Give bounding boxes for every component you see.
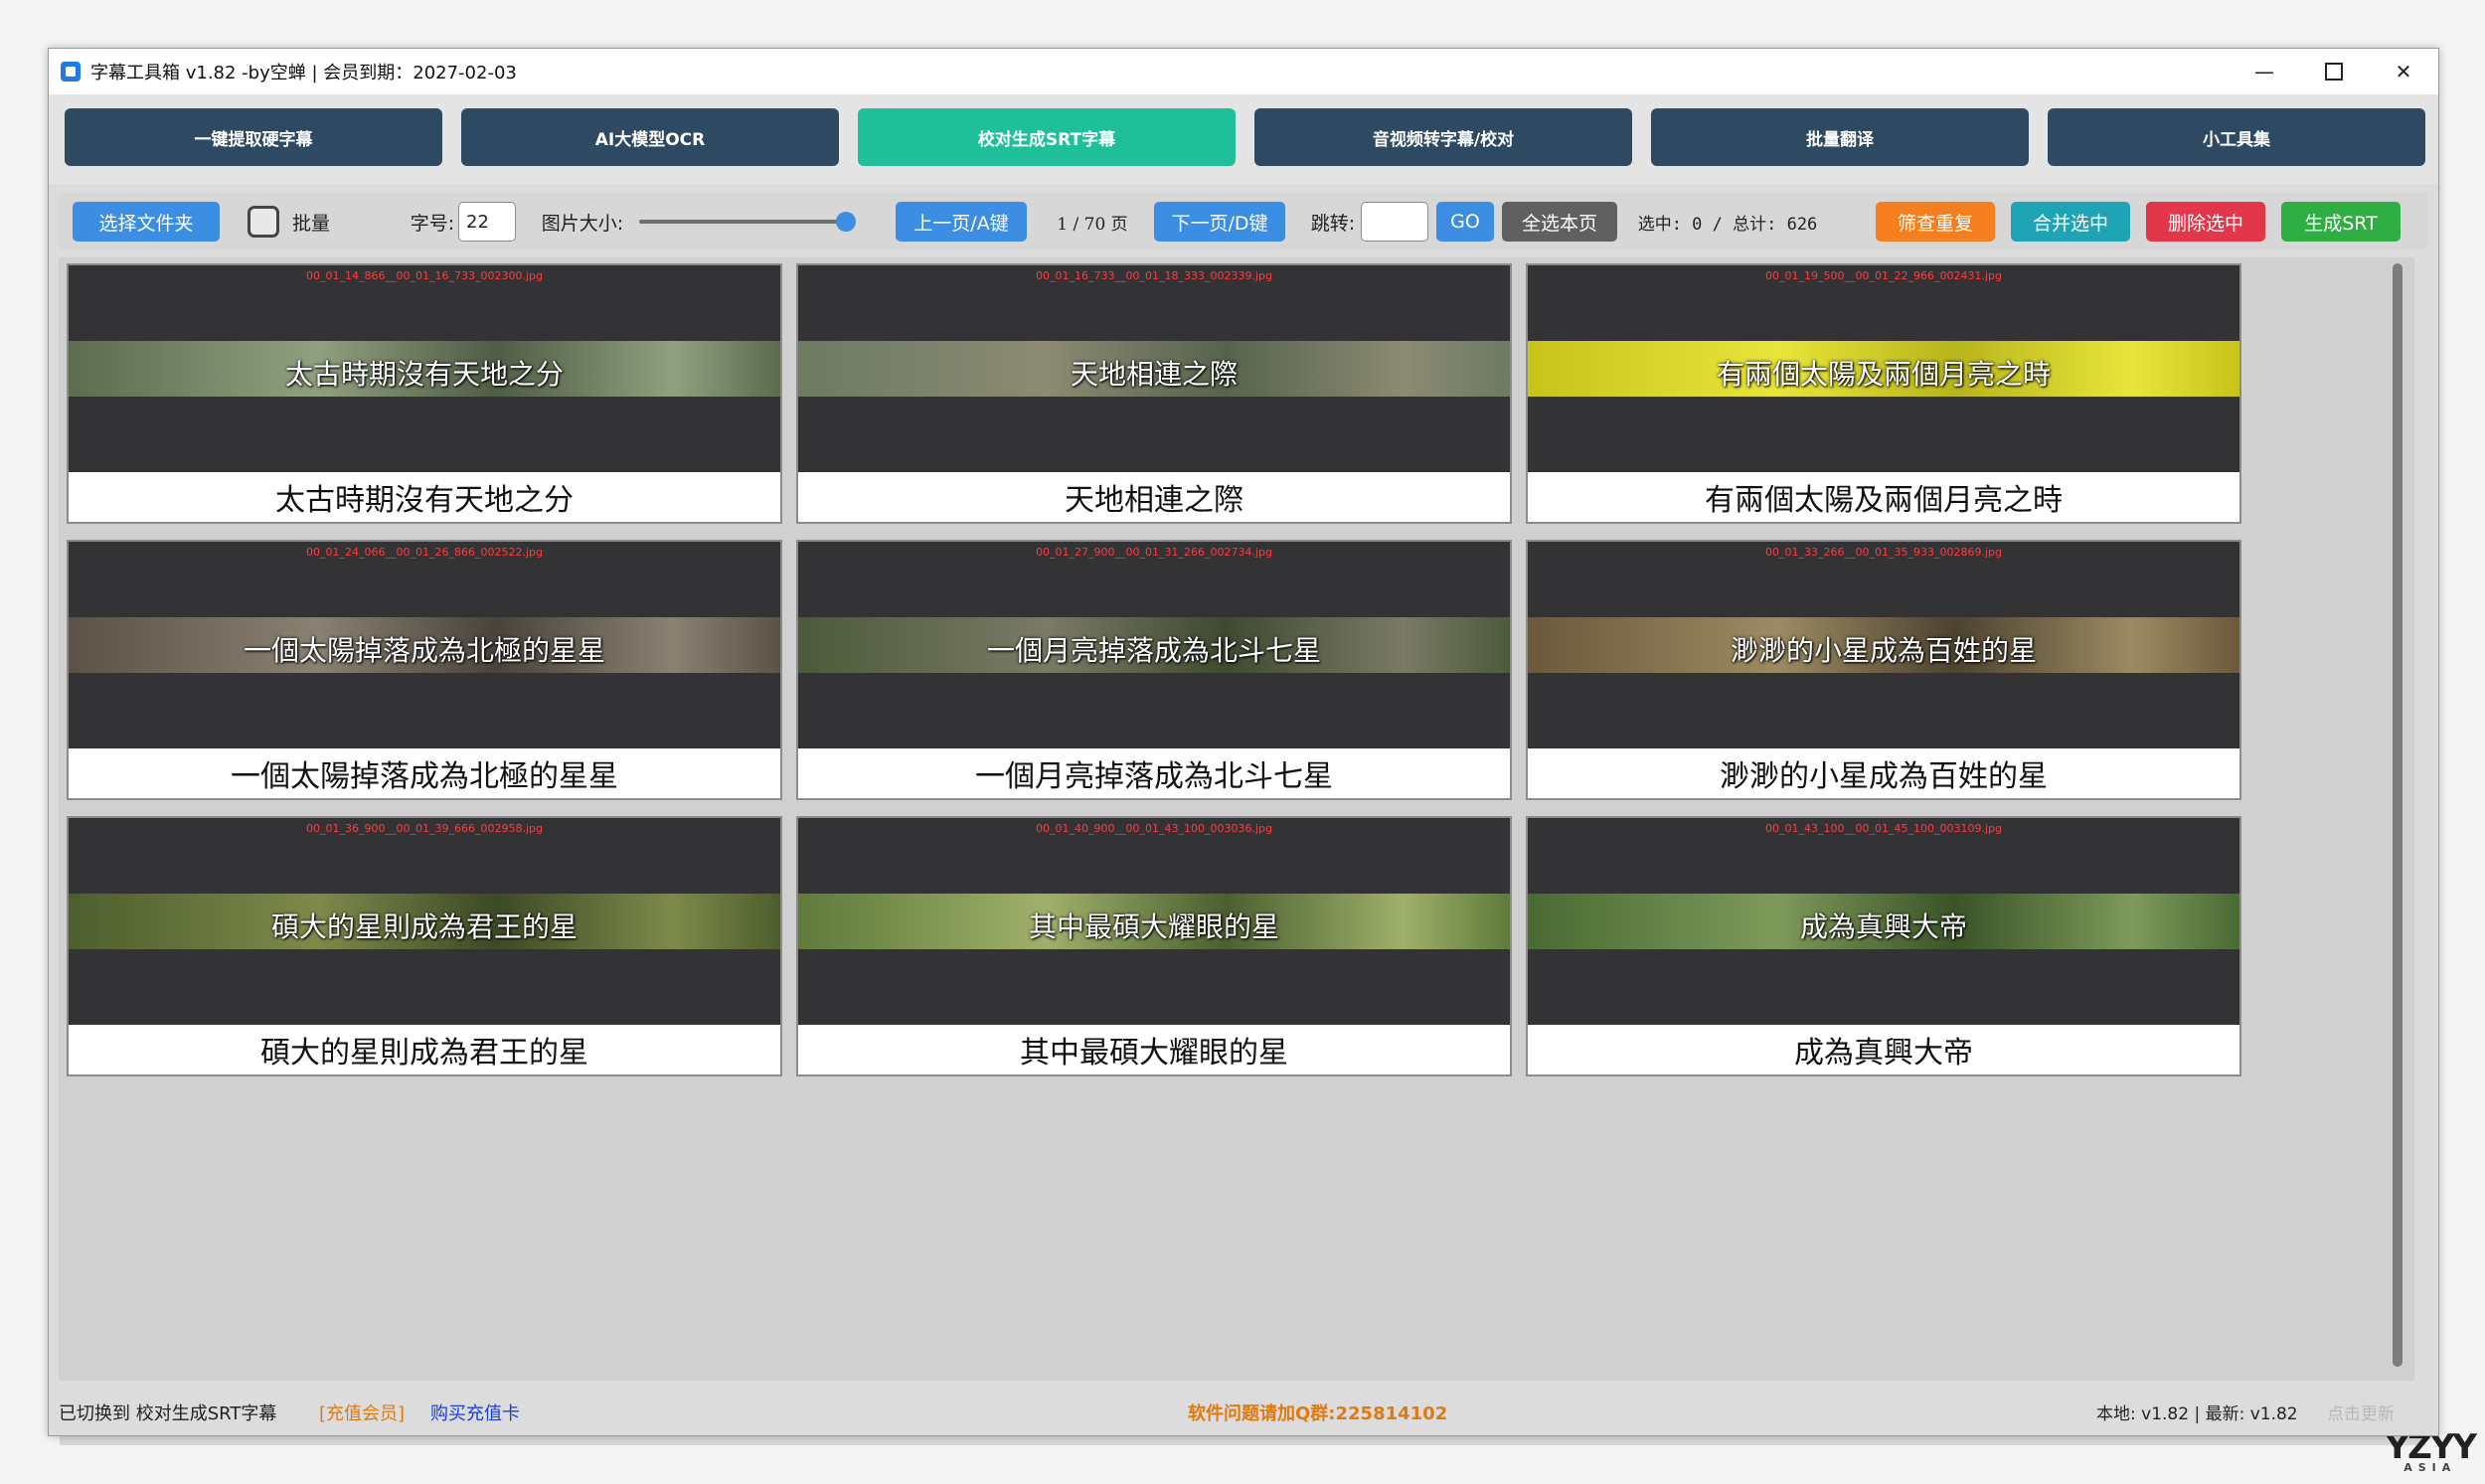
go-button[interactable]: GO [1436, 202, 1494, 242]
nav-batch-translate[interactable]: 批量翻译 [1651, 108, 2029, 166]
next-page-button[interactable]: 下一页/D键 [1154, 202, 1285, 242]
find-duplicates-button[interactable]: 筛查重复 [1876, 202, 1995, 242]
subtitle-text-field[interactable]: 太古時期沒有天地之分 [69, 472, 780, 522]
toolbar: 选择文件夹 批量 字号: 22 图片大小: 上一页/A键 1 / 70 页 下一… [59, 192, 2428, 249]
nav-ai-ocr[interactable]: AI大模型OCR [461, 108, 839, 166]
frame-filename: 00_01_16_733__00_01_18_333_002339.jpg [1036, 269, 1272, 282]
subtitle-card[interactable]: 00_01_27_900__00_01_31_266_002734.jpg 一個月… [796, 540, 1512, 800]
maximize-button[interactable] [2299, 49, 2369, 94]
window-title: 字幕工具箱 v1.82 -by空蝉 | 会员到期：2027-02-03 [90, 63, 517, 83]
nav-proofread-srt[interactable]: 校对生成SRT字幕 [858, 108, 1236, 166]
frame-thumbnail: 00_01_33_266__00_01_35_933_002869.jpg 渺渺的… [1528, 542, 2239, 748]
frame-thumbnail: 00_01_24_066__00_01_26_866_002522.jpg 一個太… [69, 542, 780, 748]
version-info: 本地: v1.82 | 最新: v1.82 [2096, 1404, 2298, 1424]
buy-card-link[interactable]: 购买充值卡 [430, 1400, 520, 1425]
burned-subtitle-text: 一個太陽掉落成為北極的星星 [243, 634, 605, 667]
burned-subtitle-text: 太古時期沒有天地之分 [284, 358, 564, 391]
frame-filename: 00_01_40_900__00_01_43_100_003036.jpg [1036, 822, 1272, 835]
nav-tools[interactable]: 小工具集 [2048, 108, 2425, 166]
subtitle-grid: 00_01_14_866__00_01_16_733_002300.jpg 太古時… [59, 257, 2414, 1381]
frame-filename: 00_01_27_900__00_01_31_266_002734.jpg [1036, 546, 1272, 559]
frame-thumbnail: 00_01_43_100__00_01_45_100_003109.jpg 成為真… [1528, 818, 2239, 1025]
subtitle-text-field[interactable]: 碩大的星則成為君王的星 [69, 1025, 780, 1074]
frame-filename: 00_01_19_500__00_01_22_966_002431.jpg [1765, 269, 2002, 282]
minimize-icon: — [2254, 60, 2274, 83]
image-size-slider-thumb[interactable] [836, 212, 856, 232]
batch-label: 批量 [291, 212, 330, 235]
subtitle-text-field[interactable]: 成為真興大帝 [1528, 1025, 2239, 1074]
subtitle-card[interactable]: 00_01_16_733__00_01_18_333_002339.jpg 天地相… [796, 263, 1512, 524]
burned-subtitle-text: 渺渺的小星成為百姓的星 [1730, 634, 2037, 667]
minimize-button[interactable]: — [2230, 49, 2299, 94]
merge-selected-button[interactable]: 合并选中 [2011, 202, 2130, 242]
image-size-slider[interactable] [639, 220, 846, 224]
close-button[interactable]: ✕ [2369, 49, 2438, 94]
selection-counter: 选中: 0 / 总计: 626 [1637, 214, 1818, 235]
frame-thumbnail: 00_01_36_900__00_01_39_666_002958.jpg 碩大的… [69, 818, 780, 1025]
status-bar: 已切换到 校对生成SRT字幕 [充值会员] 购买充值卡 软件问题请加Q群:225… [49, 1386, 2438, 1435]
subtitle-card[interactable]: 00_01_40_900__00_01_43_100_003036.jpg 其中最… [796, 816, 1512, 1076]
title-bar: 字幕工具箱 v1.82 -by空蝉 | 会员到期：2027-02-03 — ✕ [49, 49, 2438, 94]
page-indicator: 1 / 70 页 [1057, 214, 1128, 235]
subtitle-card[interactable]: 00_01_24_066__00_01_26_866_002522.jpg 一個太… [67, 540, 782, 800]
frame-thumbnail: 00_01_19_500__00_01_22_966_002431.jpg 有兩個… [1528, 265, 2239, 472]
subtitle-text-field[interactable]: 其中最碩大耀眼的星 [798, 1025, 1510, 1074]
image-size-label: 图片大小: [541, 212, 624, 235]
batch-checkbox[interactable] [248, 206, 279, 238]
recharge-link[interactable]: [充值会员] [319, 1400, 405, 1425]
burned-subtitle-text: 有兩個太陽及兩個月亮之時 [1716, 358, 2051, 391]
font-size-label: 字号: [410, 212, 455, 235]
support-group-text: 软件问题请加Q群:225814102 [1188, 1403, 1448, 1424]
subtitle-text-field[interactable]: 天地相連之際 [798, 472, 1510, 522]
status-message: 已切换到 校对生成SRT字幕 [59, 1403, 277, 1424]
prev-page-button[interactable]: 上一页/A键 [896, 202, 1027, 242]
vertical-scrollbar[interactable] [2393, 263, 2402, 1367]
frame-thumbnail: 00_01_27_900__00_01_31_266_002734.jpg 一個月… [798, 542, 1510, 748]
burned-subtitle-text: 天地相連之際 [1070, 358, 1238, 391]
subtitle-card[interactable]: 00_01_43_100__00_01_45_100_003109.jpg 成為真… [1526, 816, 2241, 1076]
update-link[interactable]: 点击更新 [2327, 1400, 2395, 1424]
frame-thumbnail: 00_01_16_733__00_01_18_333_002339.jpg 天地相… [798, 265, 1510, 472]
frame-filename: 00_01_33_266__00_01_35_933_002869.jpg [1765, 546, 2002, 559]
font-size-input[interactable]: 22 [458, 202, 516, 242]
select-folder-button[interactable]: 选择文件夹 [73, 202, 220, 242]
frame-thumbnail: 00_01_14_866__00_01_16_733_002300.jpg 太古時… [69, 265, 780, 472]
frame-thumbnail: 00_01_40_900__00_01_43_100_003036.jpg 其中最… [798, 818, 1510, 1025]
burned-subtitle-text: 其中最碩大耀眼的星 [1028, 910, 1279, 943]
subtitle-card[interactable]: 00_01_36_900__00_01_39_666_002958.jpg 碩大的… [67, 816, 782, 1076]
frame-filename: 00_01_14_866__00_01_16_733_002300.jpg [306, 269, 543, 282]
close-icon: ✕ [2395, 60, 2412, 83]
delete-selected-button[interactable]: 删除选中 [2146, 202, 2265, 242]
subtitle-card[interactable]: 00_01_19_500__00_01_22_966_002431.jpg 有兩個… [1526, 263, 2241, 524]
maximize-icon [2325, 63, 2343, 81]
frame-filename: 00_01_24_066__00_01_26_866_002522.jpg [306, 546, 543, 559]
frame-filename: 00_01_36_900__00_01_39_666_002958.jpg [306, 822, 543, 835]
subtitle-text-field[interactable]: 渺渺的小星成為百姓的星 [1528, 748, 2239, 798]
app-icon [61, 62, 81, 82]
subtitle-text-field[interactable]: 一個月亮掉落成為北斗七星 [798, 748, 1510, 798]
nav-av-to-subtitle[interactable]: 音视频转字幕/校对 [1254, 108, 1632, 166]
subtitle-text-field[interactable]: 一個太陽掉落成為北極的星星 [69, 748, 780, 798]
nav-extract-hardsub[interactable]: 一键提取硬字幕 [65, 108, 442, 166]
app-window: 字幕工具箱 v1.82 -by空蝉 | 会员到期：2027-02-03 — ✕ … [48, 48, 2439, 1436]
batch-checkbox-wrap[interactable] [246, 202, 281, 242]
jump-page-input[interactable] [1361, 202, 1428, 242]
burned-subtitle-text: 碩大的星則成為君王的星 [270, 910, 578, 943]
generate-srt-button[interactable]: 生成SRT [2281, 202, 2401, 242]
burned-subtitle-text: 成為真興大帝 [1799, 910, 1967, 943]
frame-filename: 00_01_43_100__00_01_45_100_003109.jpg [1765, 822, 2002, 835]
burned-subtitle-text: 一個月亮掉落成為北斗七星 [986, 634, 1321, 667]
subtitle-text-field[interactable]: 有兩個太陽及兩個月亮之時 [1528, 472, 2239, 522]
subtitle-card[interactable]: 00_01_33_266__00_01_35_933_002869.jpg 渺渺的… [1526, 540, 2241, 800]
select-all-page-button[interactable]: 全选本页 [1502, 202, 1617, 242]
subtitle-card[interactable]: 00_01_14_866__00_01_16_733_002300.jpg 太古時… [67, 263, 782, 524]
jump-label: 跳转: [1310, 212, 1356, 235]
main-nav: 一键提取硬字幕 AI大模型OCR 校对生成SRT字幕 音视频转字幕/校对 批量翻… [49, 94, 2438, 184]
